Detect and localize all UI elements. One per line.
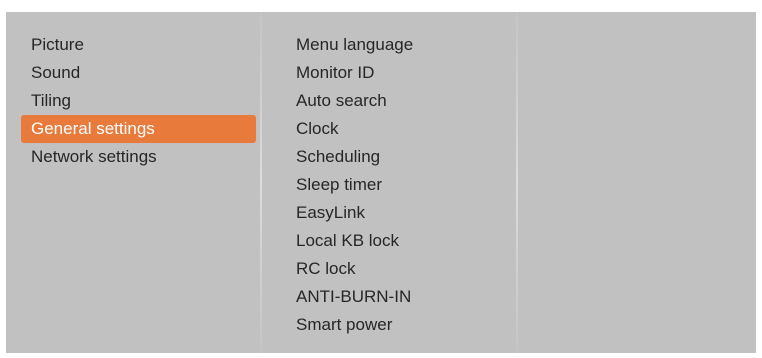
submenu-item-anti-burn-in[interactable]: ANTI-BURN-IN [262, 283, 516, 311]
submenu-item-sleep-timer[interactable]: Sleep timer [262, 171, 516, 199]
submenu-column: Menu language Monitor ID Auto search Clo… [262, 12, 516, 353]
submenu-item-smart-power[interactable]: Smart power [262, 311, 516, 339]
submenu-item-rc-lock[interactable]: RC lock [262, 255, 516, 283]
submenu-item-monitor-id[interactable]: Monitor ID [262, 59, 516, 87]
main-menu-item-general-settings[interactable]: General settings [21, 115, 256, 143]
main-menu-item-network-settings[interactable]: Network settings [21, 143, 256, 171]
main-menu-item-tiling[interactable]: Tiling [21, 87, 256, 115]
osd-menu-panel: Picture Sound Tiling General settings Ne… [6, 12, 756, 353]
main-menu-column: Picture Sound Tiling General settings Ne… [6, 12, 260, 353]
submenu-item-menu-language[interactable]: Menu language [262, 31, 516, 59]
main-menu-item-sound[interactable]: Sound [21, 59, 256, 87]
main-menu-item-picture[interactable]: Picture [21, 31, 256, 59]
submenu-list: Menu language Monitor ID Auto search Clo… [262, 12, 516, 339]
submenu-item-scheduling[interactable]: Scheduling [262, 143, 516, 171]
submenu-item-auto-search[interactable]: Auto search [262, 87, 516, 115]
submenu-item-easylink[interactable]: EasyLink [262, 199, 516, 227]
submenu-item-clock[interactable]: Clock [262, 115, 516, 143]
submenu-item-local-kb-lock[interactable]: Local KB lock [262, 227, 516, 255]
main-menu-list: Picture Sound Tiling General settings Ne… [6, 12, 260, 171]
value-column-empty [518, 12, 756, 353]
